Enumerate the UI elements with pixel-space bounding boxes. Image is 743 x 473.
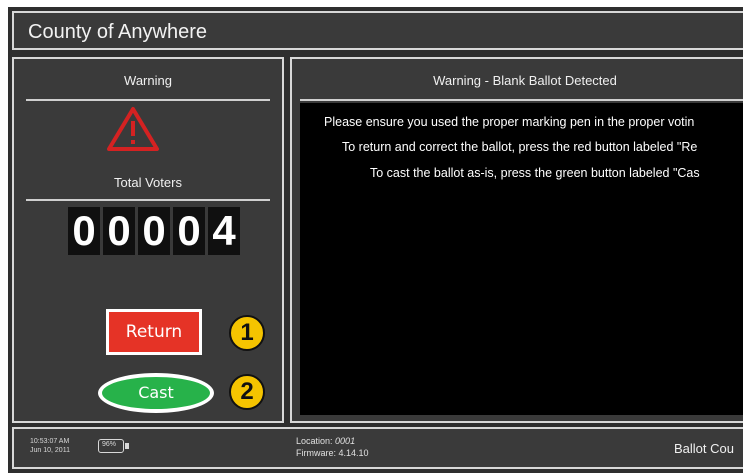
- firmware-value: 4.14.10: [338, 448, 369, 458]
- return-button[interactable]: Return: [106, 309, 202, 355]
- step-badge-1: 1: [229, 315, 265, 351]
- date-text: Jun 10, 2011: [30, 447, 70, 454]
- location-label: Location:: [296, 436, 333, 446]
- location-value: 0001: [335, 436, 356, 446]
- battery-terminal: [125, 443, 129, 449]
- message-heading-divider: [300, 99, 743, 101]
- message-panel: Warning - Blank Ballot Detected Please e…: [290, 57, 743, 423]
- counter-digit: 0: [68, 207, 100, 255]
- counter-divider: [26, 199, 270, 201]
- ballot-count-label: Ballot Cou: [674, 441, 734, 456]
- warning-heading: Warning: [124, 73, 172, 88]
- title-bar: County of Anywhere: [12, 11, 743, 50]
- firmware-label: Firmware:: [296, 448, 336, 458]
- message-line-3: To cast the ballot as-is, press the gree…: [370, 166, 700, 180]
- device-info: Location: 0001 Firmware: 4.14.10: [296, 435, 369, 459]
- status-panel: Warning Total Voters 0 0 0 0 4 Return Ca…: [12, 57, 284, 423]
- time-text: 10:53:07 AM: [30, 438, 70, 445]
- page-title: County of Anywhere: [28, 21, 207, 43]
- status-bar: 10:53:07 AM Jun 10, 2011 96% Location: 0…: [12, 427, 743, 469]
- total-voters-label: Total Voters: [114, 175, 182, 190]
- message-line-2: To return and correct the ballot, press …: [342, 140, 698, 154]
- clock: 10:53:07 AM Jun 10, 2011: [30, 437, 70, 455]
- message-area: Please ensure you used the proper markin…: [300, 103, 743, 415]
- voter-counter: 0 0 0 0 4: [68, 207, 240, 255]
- counter-digit: 0: [138, 207, 170, 255]
- counter-digit: 4: [208, 207, 240, 255]
- battery-level: 96%: [102, 441, 117, 448]
- message-line-1: Please ensure you used the proper markin…: [324, 115, 695, 129]
- voting-screen: County of Anywhere Warning Total Voters …: [8, 7, 743, 473]
- warning-triangle-icon: [107, 107, 159, 151]
- counter-digit: 0: [173, 207, 205, 255]
- step-badge-2: 2: [229, 374, 265, 410]
- cast-button[interactable]: Cast: [98, 373, 214, 413]
- counter-digit: 0: [103, 207, 135, 255]
- battery-icon: 96%: [98, 439, 129, 453]
- heading-divider: [26, 99, 270, 101]
- message-heading: Warning - Blank Ballot Detected: [433, 73, 617, 88]
